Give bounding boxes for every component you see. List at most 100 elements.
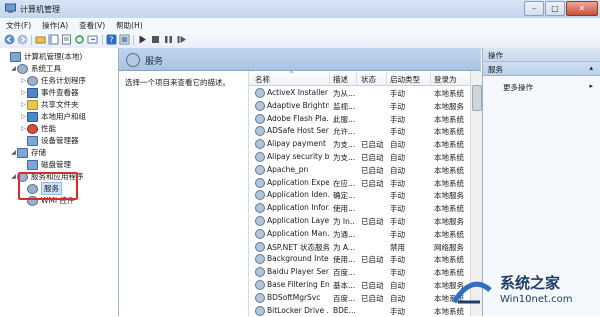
cell-name: ADSafe Host Ser... [267,126,329,136]
view-icon[interactable] [119,34,130,45]
table-row[interactable]: Apache_pn 已启动 自动 本地系统 [249,163,482,176]
service-gear-icon [255,241,265,252]
tree-expander[interactable]: ▷ [20,101,27,108]
forward-icon[interactable] [17,34,28,45]
clock-icon [27,75,38,86]
table-row[interactable]: ASP.NET 状态服务为 A... 禁用 网络服务 [249,240,482,253]
menu-action[interactable]: 操作(A) [36,18,73,32]
col-description[interactable]: 描述 [333,74,348,85]
properties-icon[interactable] [61,34,72,45]
tree-item-task-scheduler[interactable]: ▷ 任务计划程序 [20,75,86,86]
cell-startup-type: 禁用 [390,242,405,252]
cell-description: 为 In... [333,217,355,226]
more-actions-link[interactable]: 更多操作 [503,82,533,93]
stop-service-icon[interactable] [150,34,161,45]
table-row[interactable]: Application Iden... 确定... 手动 本地服务 [249,188,482,201]
maximize-icon: □ [551,4,559,13]
cell-logon-as: 本地服务 [434,101,464,111]
tree-item-disk-management[interactable]: 磁盘管理 [20,159,71,170]
maximize-button[interactable]: □ [545,1,565,16]
computer-icon [10,51,21,62]
tree-item-local-users[interactable]: ▷ 本地用户和组 [20,111,86,122]
tree-expander[interactable]: ▷ [20,125,27,132]
cell-logon-as: 本地系统 [434,127,464,137]
help-icon[interactable]: ? [106,34,117,45]
actions-header: 操作 [483,48,600,62]
minimize-button[interactable]: – [524,1,544,16]
watermark-logo-icon [451,281,492,304]
cell-name: Alipay security b... [267,152,329,161]
cell-startup-type: 手动 [390,114,405,124]
table-row[interactable]: Application Infor... 使用... 手动 本地系统 [249,201,482,214]
cell-description: 百度... [333,268,355,278]
tree-expander[interactable]: ◢ [10,65,17,72]
export-list-icon[interactable] [87,34,98,45]
actions-section-services[interactable]: 服务 ▴ [483,62,600,76]
services-gear-icon [126,53,140,67]
tree-item-device-manager[interactable]: 设备管理器 [20,135,79,146]
cell-name: Adaptive Brightn... [267,100,329,110]
menu-view[interactable]: 查看(V) [73,18,110,32]
cell-name: ActiveX Installer ... [267,88,329,97]
table-row[interactable]: Application Laye... 为 In... 已启动手动 本地服务 [249,214,482,227]
table-row[interactable]: Adaptive Brightn... 监视... 手动 本地服务 [249,99,482,112]
tree-expander[interactable]: ▷ [20,113,27,120]
tree-item-shared-folders[interactable]: ▷ 共享文件夹 [20,99,79,110]
tree-item-event-viewer[interactable]: ▷ 事件查看器 [20,87,79,98]
col-logon-as[interactable]: 登录为 [434,74,457,85]
table-row[interactable]: Alipay security b... 为支... 已启动自动 本地系统 [249,150,482,163]
service-gear-icon [255,190,265,201]
cell-description: 为支... [333,153,355,162]
tree-item-performance[interactable]: ▷ 性能 [20,123,56,134]
tree-item-system-tools[interactable]: ◢ 系统工具 [10,63,61,74]
menu-file[interactable]: 文件(F) [0,18,36,32]
cell-logon-as: 本地服务 [434,191,464,201]
service-gear-icon [255,113,265,124]
table-row[interactable]: Application Man... 为通... 手动 本地系统 [249,227,482,240]
tree-expander[interactable]: ▷ [20,77,27,84]
service-gear-icon [255,280,265,290]
table-row[interactable]: ADSafe Host Ser... 允许... 手动 本地系统 [249,124,482,137]
col-name[interactable]: 名称 [255,74,270,85]
cell-logon-as: 本地系统 [434,204,464,214]
menu-help[interactable]: 帮助(H) [110,18,148,32]
refresh-icon[interactable] [74,34,85,45]
more-actions-arrow-icon: ▸ [589,82,593,90]
table-row[interactable]: Alipay payment ... 为支... 已启动 自动 本地系统 [249,137,482,150]
tree-expander[interactable]: ◢ [10,149,17,156]
restart-service-icon[interactable] [176,34,187,45]
cell-startup-type: 手动 [390,255,405,265]
tree-expander[interactable]: ◢ [10,173,17,180]
table-row[interactable]: ActiveX Installer ... 为从... 手动 本地系统 [249,86,482,99]
table-row[interactable]: Application Expe... 在应... 已启动手动 本地系统 [249,176,482,189]
shared-folder-icon [27,99,38,110]
start-service-icon[interactable] [137,34,148,45]
minimize-icon: – [532,4,536,13]
scrollbar-thumb[interactable] [472,85,482,111]
watermark-title: 系统之家 [500,274,561,292]
col-status[interactable]: 状态 [361,74,376,85]
cell-description: 使用... [333,204,355,214]
tree-item-storage[interactable]: ◢ 存储 [10,147,46,158]
table-row[interactable]: Adobe Flash Pla... 此服... 手动 本地系统 [249,112,482,125]
tree-expander[interactable]: ▷ [20,89,27,96]
close-button[interactable]: ✕ [566,1,598,16]
cell-status: 已启动 [361,153,384,162]
cell-startup-type: 自动 [390,153,405,162]
pause-service-icon[interactable] [163,34,174,45]
tree-item-computer-management[interactable]: 计算机管理(本地) [3,51,82,62]
services-panel-header: 服务 [119,48,481,71]
col-startup-type[interactable]: 启动类型 [390,74,420,85]
cell-name: Application Man... [267,228,329,238]
service-gear-icon [255,228,265,239]
up-folder-icon[interactable] [35,34,46,45]
back-icon[interactable] [4,34,15,45]
cell-startup-type: 手动 [390,191,405,201]
cell-logon-as: 本地服务 [434,217,464,226]
service-gear-icon [255,203,265,214]
cell-name: ASP.NET 状态服务 [267,242,329,252]
show-tree-icon[interactable] [48,34,59,45]
cell-name: Baidu Player Ser... [267,267,329,277]
service-gear-icon [255,164,265,175]
cell-name: Background Inte... [267,254,329,264]
